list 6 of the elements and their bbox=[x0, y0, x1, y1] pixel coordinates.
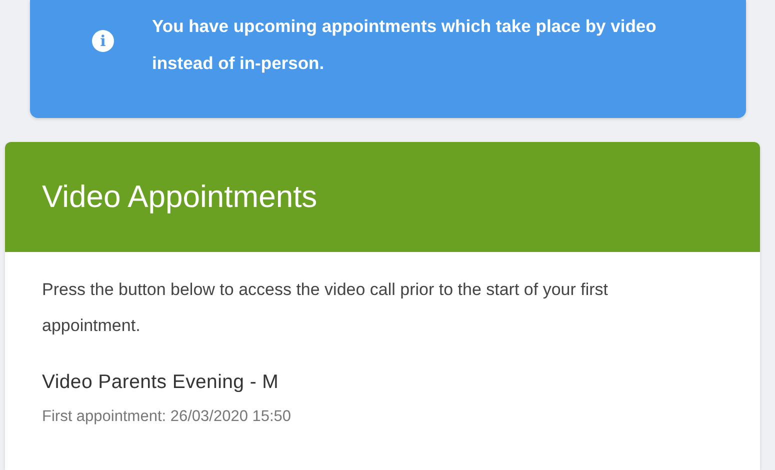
card-description: Press the button below to access the video call prior to the start of your first appointment. bbox=[42, 279, 609, 337]
event-name: Video Parents Evening - M bbox=[42, 371, 280, 394]
first-appointment-text: First appointment: 26/03/2020 15:50 bbox=[42, 408, 292, 426]
info-icon: i bbox=[92, 30, 114, 52]
card-title: Video Appointments bbox=[42, 179, 318, 215]
alert-message: You have upcoming appointments which take place by video instead of in-person. bbox=[152, 15, 658, 75]
